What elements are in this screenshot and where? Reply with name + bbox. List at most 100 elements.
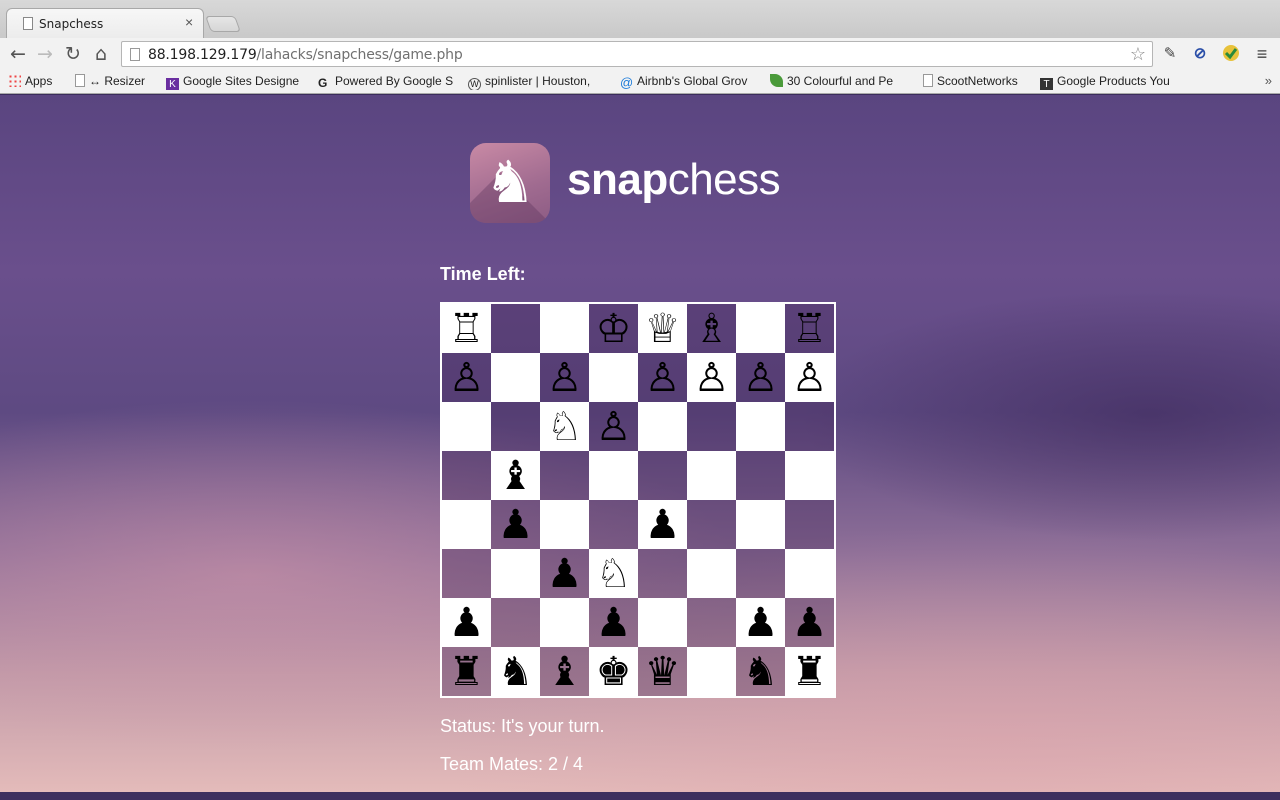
square-d8[interactable]: ♔ [589,304,638,353]
square-d1[interactable]: ♚ [589,647,638,696]
bookmark-google-sites[interactable]: K Google Sites Designe [166,74,302,90]
square-h5[interactable] [785,451,834,500]
square-h2[interactable]: ♟ [785,598,834,647]
square-d5[interactable] [589,451,638,500]
square-f4[interactable] [687,500,736,549]
square-a5[interactable] [442,451,491,500]
square-g8[interactable] [736,304,785,353]
square-b8[interactable] [491,304,540,353]
bookmark-apps[interactable]: Apps [8,74,60,90]
square-c4[interactable] [540,500,589,549]
chess-piece[interactable]: ♝ [547,652,583,692]
chess-piece[interactable]: ♙ [547,358,583,398]
home-icon[interactable]: ⌂ [89,42,113,66]
square-h8[interactable]: ♖ [785,304,834,353]
chess-piece[interactable]: ♘ [547,407,583,447]
chess-piece[interactable]: ♛ [645,652,681,692]
chess-piece[interactable]: ♔ [596,309,632,349]
chess-piece[interactable]: ♙ [743,358,779,398]
square-e1[interactable]: ♛ [638,647,687,696]
new-tab-button[interactable] [205,16,241,32]
chess-piece[interactable]: ♟ [792,603,828,643]
square-h6[interactable] [785,402,834,451]
square-e5[interactable] [638,451,687,500]
square-a7[interactable]: ♙ [442,353,491,402]
chess-piece[interactable]: ♟ [596,603,632,643]
square-e6[interactable] [638,402,687,451]
chess-piece[interactable]: ♘ [596,554,632,594]
chess-piece[interactable]: ♟ [645,505,681,545]
chess-piece[interactable]: ♙ [645,358,681,398]
square-h3[interactable] [785,549,834,598]
chess-piece[interactable]: ♞ [743,652,779,692]
square-a2[interactable]: ♟ [442,598,491,647]
chess-piece[interactable]: ♟ [449,603,485,643]
chess-piece[interactable]: ♖ [792,309,828,349]
square-f6[interactable] [687,402,736,451]
square-f2[interactable] [687,598,736,647]
square-g6[interactable] [736,402,785,451]
square-g1[interactable]: ♞ [736,647,785,696]
square-b2[interactable] [491,598,540,647]
bookmark-google-products[interactable]: T Google Products You [1040,74,1176,90]
chess-piece[interactable]: ♝ [498,456,534,496]
square-e2[interactable] [638,598,687,647]
square-f3[interactable] [687,549,736,598]
square-g4[interactable] [736,500,785,549]
square-f7[interactable]: ♙ [687,353,736,402]
square-d7[interactable] [589,353,638,402]
menu-icon[interactable]: ≡ [1252,44,1272,64]
square-c6[interactable]: ♘ [540,402,589,451]
square-h4[interactable] [785,500,834,549]
chess-piece[interactable]: ♜ [449,652,485,692]
square-a4[interactable] [442,500,491,549]
square-c1[interactable]: ♝ [540,647,589,696]
square-g7[interactable]: ♙ [736,353,785,402]
square-a6[interactable] [442,402,491,451]
square-c5[interactable] [540,451,589,500]
bookmark-30-colourful[interactable]: 30 Colourful and Pe [770,74,908,90]
close-icon[interactable]: × [185,14,193,30]
star-icon[interactable]: ☆ [1130,44,1146,65]
square-f5[interactable] [687,451,736,500]
square-d4[interactable] [589,500,638,549]
square-b6[interactable] [491,402,540,451]
square-d6[interactable]: ♙ [589,402,638,451]
chess-piece[interactable]: ♙ [449,358,485,398]
square-a1[interactable]: ♜ [442,647,491,696]
square-a3[interactable] [442,549,491,598]
square-c2[interactable] [540,598,589,647]
bookmark-airbnb[interactable]: @ Airbnb's Global Grov [620,74,756,90]
square-d2[interactable]: ♟ [589,598,638,647]
square-h1[interactable]: ♜ [785,647,834,696]
chess-piece[interactable]: ♕ [645,309,681,349]
chess-piece[interactable]: ♚ [596,652,632,692]
chess-piece[interactable]: ♜ [792,652,828,692]
back-arrow-icon[interactable]: ← [6,42,30,66]
chess-piece[interactable]: ♟ [547,554,583,594]
square-b4[interactable]: ♟ [491,500,540,549]
bookmark-spinlister[interactable]: Wspinlister | Houston, [468,74,604,90]
block-icon[interactable]: ⊘ [1190,44,1210,64]
bookmark-powered-by-google[interactable]: G Powered By Google S [318,74,456,90]
square-a8[interactable]: ♖ [442,304,491,353]
chess-piece[interactable]: ♙ [596,407,632,447]
address-bar[interactable]: 88.198.129.179/lahacks/snapchess/game.ph… [121,41,1153,67]
square-f8[interactable]: ♗ [687,304,736,353]
square-b7[interactable] [491,353,540,402]
square-b3[interactable] [491,549,540,598]
reload-icon[interactable]: ↻ [61,42,85,66]
square-d3[interactable]: ♘ [589,549,638,598]
chess-piece[interactable]: ♞ [498,652,534,692]
square-e3[interactable] [638,549,687,598]
chess-piece[interactable]: ♟ [498,505,534,545]
square-c3[interactable]: ♟ [540,549,589,598]
square-b1[interactable]: ♞ [491,647,540,696]
square-f1[interactable] [687,647,736,696]
chess-piece[interactable]: ♙ [792,358,828,398]
square-g5[interactable] [736,451,785,500]
url-text[interactable]: 88.198.129.179/lahacks/snapchess/game.ph… [148,47,463,63]
chess-piece[interactable]: ♗ [694,309,730,349]
square-h7[interactable]: ♙ [785,353,834,402]
square-e4[interactable]: ♟ [638,500,687,549]
